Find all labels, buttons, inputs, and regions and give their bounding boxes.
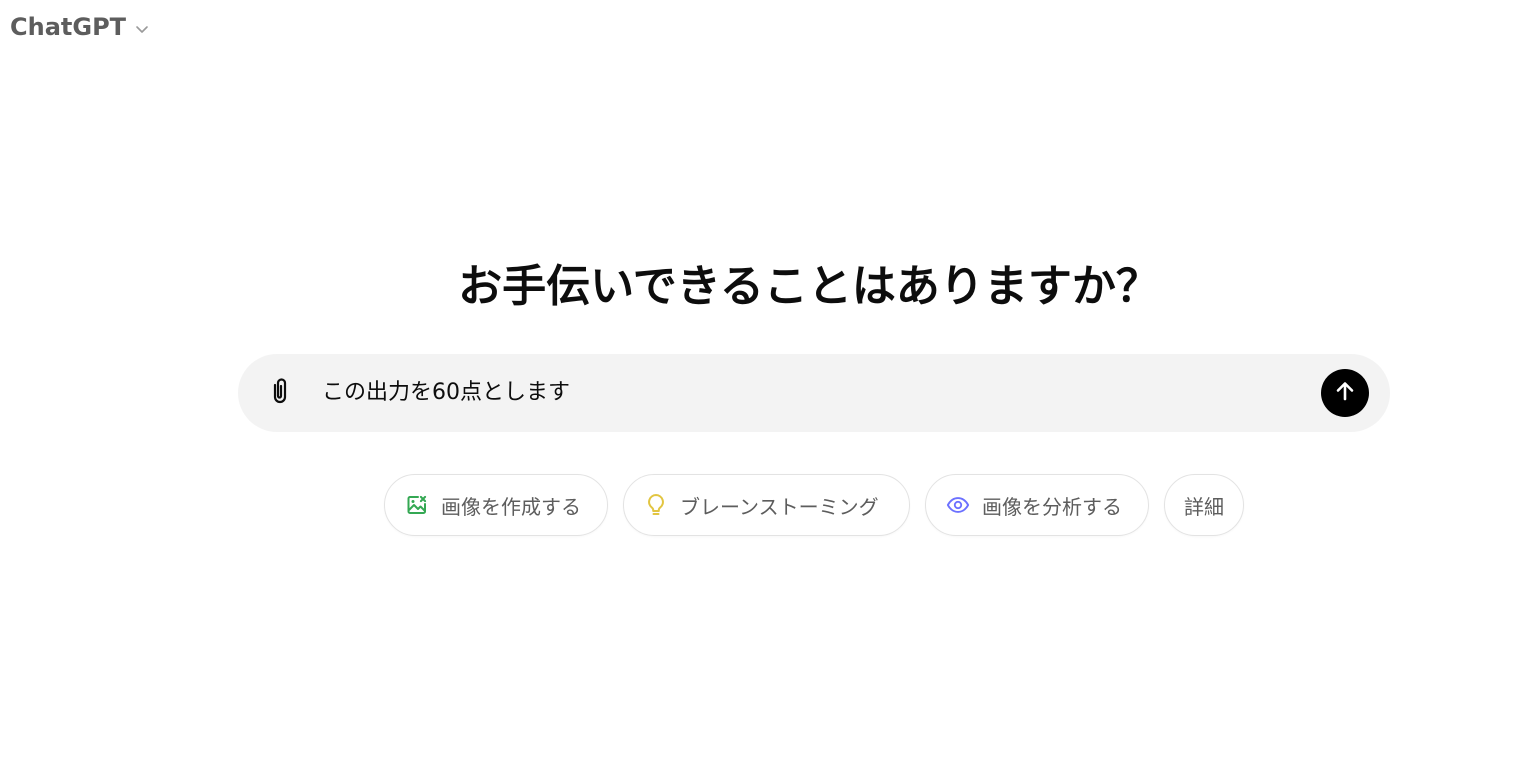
composer	[238, 354, 1390, 432]
page-heading: お手伝いできることはありますか？	[458, 261, 1160, 312]
model-selector[interactable]: ChatGPT	[10, 10, 150, 44]
suggestion-label: ブレーンストーミング	[680, 494, 879, 519]
paperclip-icon	[267, 376, 293, 410]
suggestion-brainstorm[interactable]: ブレーンストーミング	[623, 474, 910, 536]
chevron-down-icon	[134, 21, 150, 37]
send-button[interactable]	[1321, 369, 1369, 417]
chatgpt-home: ChatGPT お手伝いできることはありますか？ この出力を60点とします 画像…	[0, 0, 1523, 761]
lightbulb-icon	[644, 493, 668, 517]
suggestion-label: 画像を作成する	[441, 494, 581, 519]
attach-button[interactable]	[260, 373, 300, 413]
image-create-icon	[405, 493, 429, 517]
suggestion-create-image[interactable]: 画像を作成する	[384, 474, 608, 536]
model-name: ChatGPT	[10, 13, 127, 41]
suggestion-label: 詳細	[1184, 494, 1224, 519]
prompt-input[interactable]	[322, 376, 1302, 410]
suggestion-analyze-image[interactable]: 画像を分析する	[925, 474, 1149, 536]
suggestion-label: 画像を分析する	[982, 494, 1122, 519]
arrow-up-icon	[1333, 379, 1357, 407]
eye-icon	[946, 493, 970, 517]
suggestion-more-button[interactable]: 詳細	[1164, 474, 1244, 536]
